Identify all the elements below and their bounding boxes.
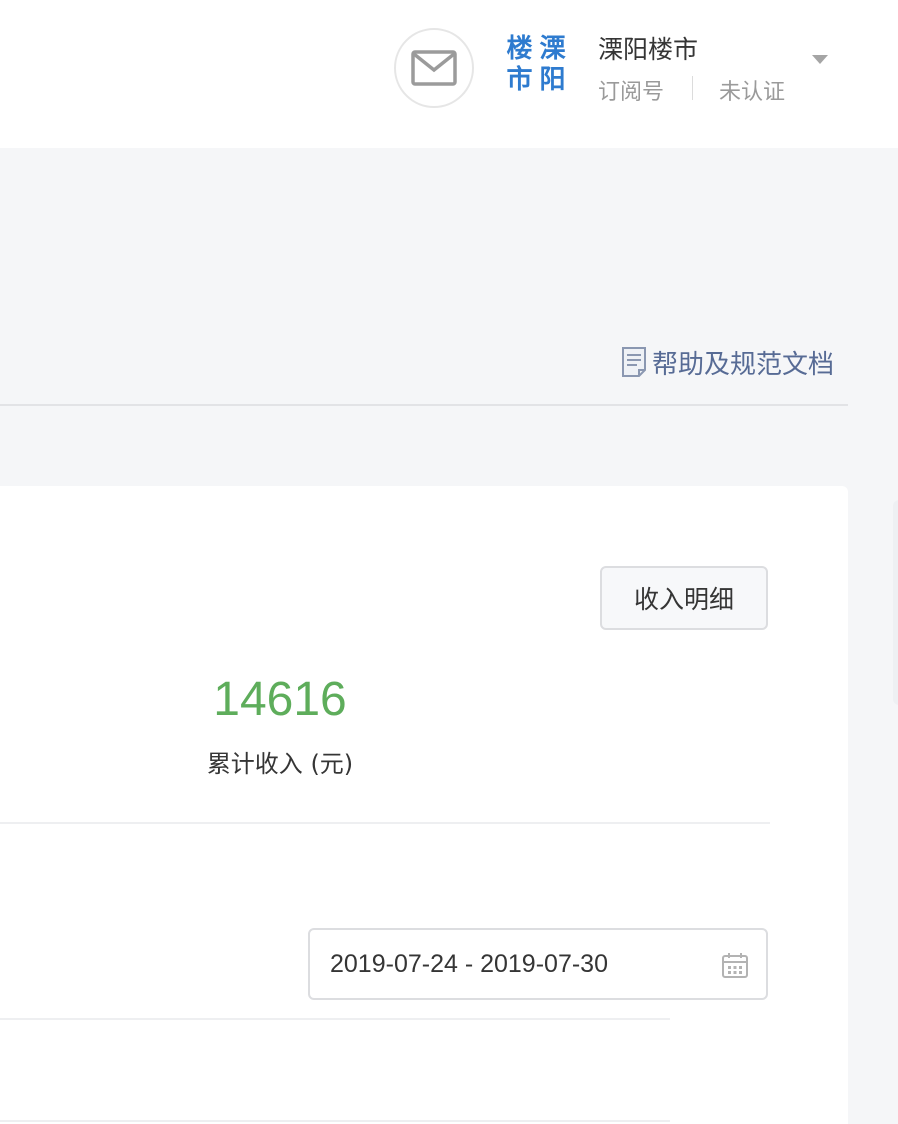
table-divider — [0, 1018, 670, 1020]
side-panel-edge — [893, 500, 898, 705]
account-type: 订阅号 — [598, 80, 665, 105]
avatar-char: 阳 — [539, 65, 566, 95]
top-header: 楼 溧 市 阳 溧阳楼市 订阅号 未认证 — [0, 0, 898, 148]
total-income-label: 累计收入 (元) — [206, 750, 354, 778]
income-detail-button[interactable]: 收入明细 — [600, 566, 768, 630]
verification-status: 未认证 — [719, 80, 786, 105]
section-divider — [0, 404, 848, 406]
envelope-icon — [411, 50, 457, 86]
calendar-icon — [722, 953, 748, 978]
avatar-char: 市 — [506, 65, 533, 95]
account-name[interactable]: 溧阳楼市 — [598, 30, 698, 66]
total-income-value: 14616 — [213, 673, 347, 726]
date-range-picker[interactable]: 2019-07-24 - 2019-07-30 — [308, 928, 768, 1000]
table-divider — [0, 1120, 670, 1122]
avatar-char: 楼 — [506, 34, 533, 64]
account-avatar[interactable]: 楼 溧 市 阳 — [503, 34, 569, 96]
page: 楼 溧 市 阳 溧阳楼市 订阅号 未认证 帮助及规范文档 收入明细 14616 … — [0, 0, 898, 1124]
meta-divider — [692, 76, 693, 100]
message-button[interactable] — [394, 28, 474, 108]
card-divider — [0, 822, 770, 824]
date-range-value: 2019-07-24 - 2019-07-30 — [330, 950, 608, 978]
caret-down-icon[interactable] — [812, 55, 828, 64]
document-icon — [622, 347, 646, 377]
avatar-char: 溧 — [539, 34, 566, 64]
help-docs-label: 帮助及规范文档 — [652, 349, 835, 380]
help-docs-link[interactable]: 帮助及规范文档 — [620, 342, 834, 382]
